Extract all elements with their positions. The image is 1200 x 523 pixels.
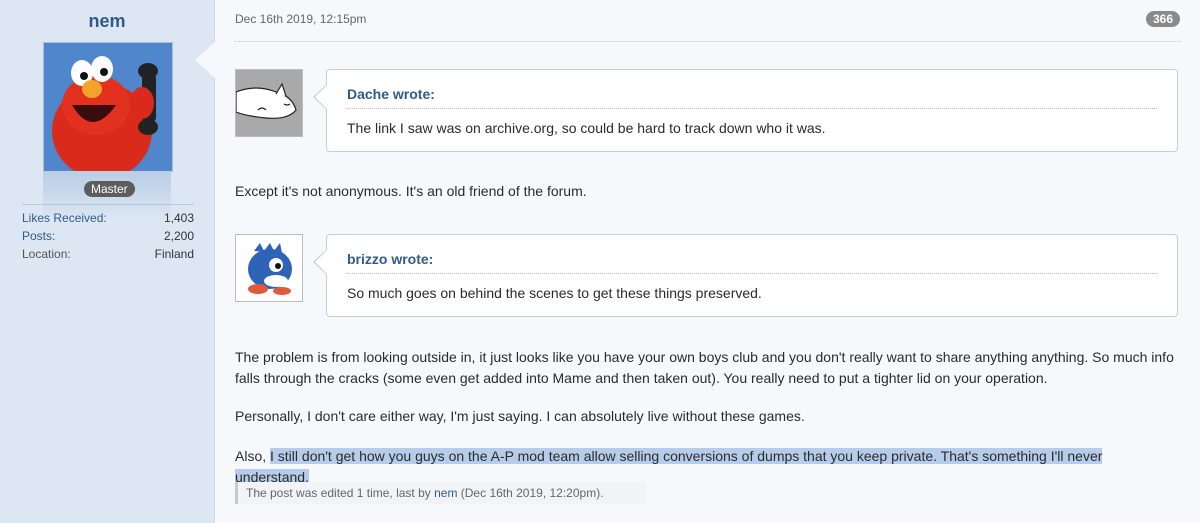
stat-location: Location: Finland (22, 247, 194, 261)
quote-avatar-dache[interactable] (235, 69, 303, 137)
stat-label: Location: (22, 247, 71, 261)
edit-notice-user-link[interactable]: nem (434, 486, 457, 500)
edit-notice-prefix: The post was edited 1 time, last by (246, 486, 435, 500)
stat-label[interactable]: Likes Received: (22, 211, 107, 225)
quote-author[interactable]: Dache wrote: (347, 86, 435, 102)
user-avatar[interactable] (43, 42, 173, 172)
post-header-divider (235, 41, 1180, 42)
quote-box-dache: Dache wrote: The link I saw was on archi… (313, 69, 1178, 152)
bubble-dragon-avatar-icon (236, 235, 302, 301)
reply-paragraph: Personally, I don't care either way, I'm… (235, 408, 805, 424)
stat-likes-received: Likes Received: 1,403 (22, 211, 194, 225)
username[interactable]: nem (0, 11, 214, 32)
post-date[interactable]: Dec 16th 2019, 12:15pm (235, 12, 366, 26)
panel-pointer (195, 42, 215, 78)
reply-paragraph: The problem is from looking outside in, … (235, 349, 1174, 386)
rank-badge: Master (84, 181, 135, 197)
user-panel: nem Master Likes Received: 1,403 Posts: … (0, 0, 215, 523)
stat-label[interactable]: Posts: (22, 229, 55, 243)
sleeping-cat-avatar-icon (236, 70, 302, 136)
stats-divider (22, 204, 194, 205)
post-body: Dec 16th 2019, 12:15pm 366 Dache wrote: … (235, 0, 1180, 523)
quote-author[interactable]: brizzo wrote: (347, 251, 433, 267)
stat-value: 2,200 (163, 229, 194, 243)
stat-value: Finland (154, 247, 194, 261)
reply-prefix: Also, (235, 448, 271, 464)
edit-notice-suffix: (Dec 16th 2019, 12:20pm). (457, 486, 604, 500)
reply-paragraph: Except it's not anonymous. It's an old f… (235, 183, 587, 199)
quote-divider (347, 108, 1157, 109)
elmo-avatar-icon (44, 43, 172, 171)
quote-pointer (313, 84, 327, 110)
quote-box-brizzo: brizzo wrote: So much goes on behind the… (313, 234, 1178, 317)
post-number-badge[interactable]: 366 (1145, 11, 1180, 27)
quote-text: The link I saw was on archive.org, so co… (347, 120, 826, 136)
quote-pointer (313, 249, 327, 275)
edit-notice: The post was edited 1 time, last by nem … (235, 482, 646, 504)
stat-value: 1,403 (163, 211, 194, 225)
quote-avatar-brizzo[interactable] (235, 234, 303, 302)
quote-text: So much goes on behind the scenes to get… (347, 285, 762, 301)
stat-posts: Posts: 2,200 (22, 229, 194, 243)
highlighted-text: I still don't get how you guys on the A-… (235, 448, 1103, 485)
quote-divider (347, 273, 1157, 274)
